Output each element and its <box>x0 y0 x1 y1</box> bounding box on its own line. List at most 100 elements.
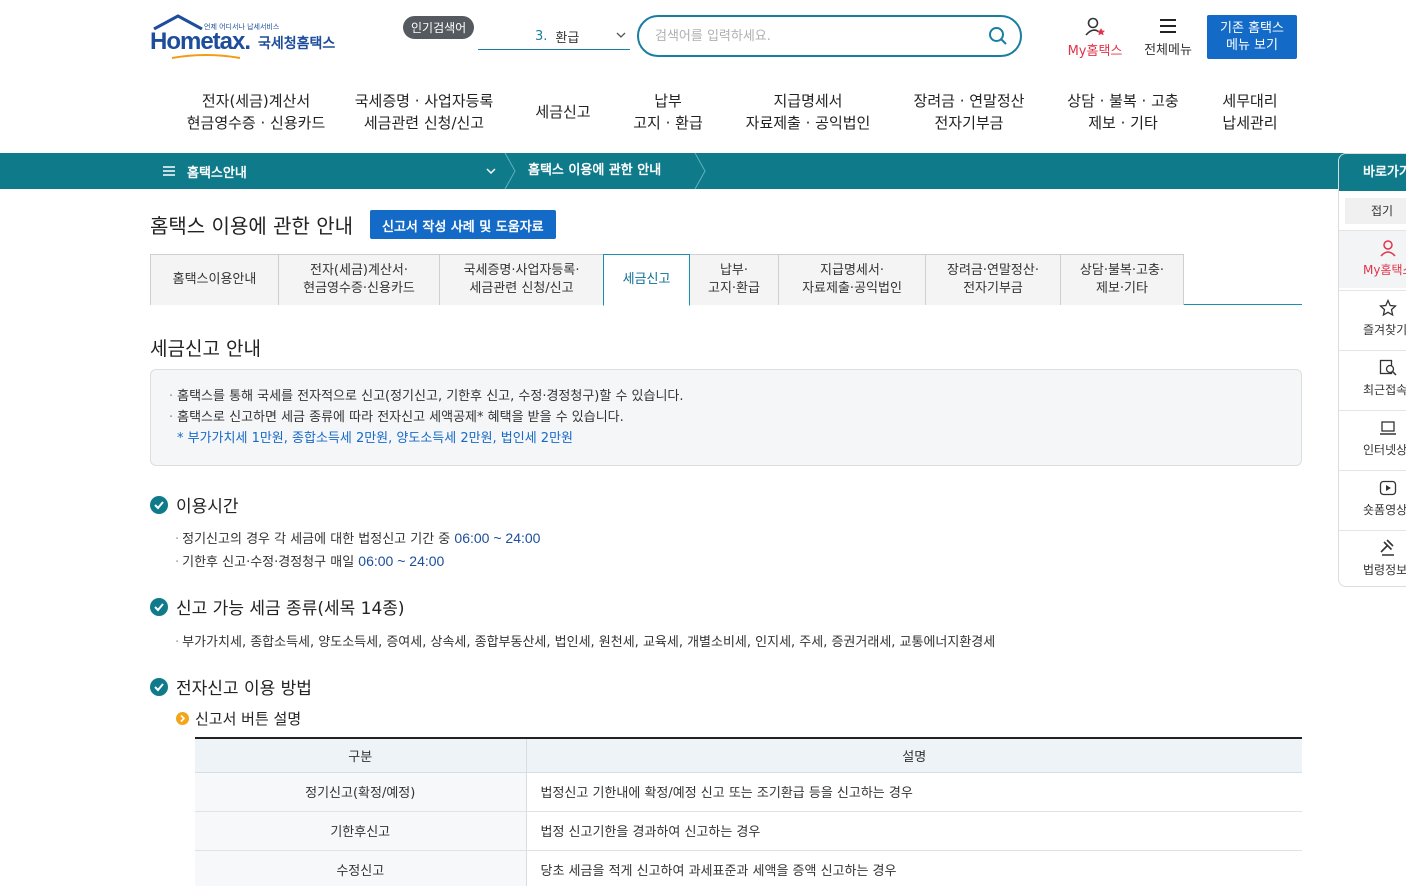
category-tabs: 홈택스이용안내 전자(세금)계산서· 현금영수증·신용카드 국세증명·사업자등록·… <box>150 254 1302 306</box>
user-icon <box>1380 240 1396 257</box>
table-cell-desc: 당초 세금을 적게 신고하여 과세표준과 세액을 증액 신고하는 경우 <box>526 850 1302 886</box>
tab-label: 홈택스이용안내 <box>172 272 257 287</box>
table-header: 구분 <box>195 738 527 773</box>
usage-time-line: · 정기신고의 경우 각 세금에 대한 법정신고 기간 중 06:00 ~ 24:… <box>175 530 541 547</box>
all-menu-link[interactable]: 전체메뉴 <box>1140 16 1196 58</box>
tax-types-heading: 신고 가능 세금 종류(세목 14종) <box>150 594 405 619</box>
page-title: 홈택스 이용에 관한 안내 <box>150 214 354 238</box>
my-hometax-link[interactable]: My홈택스 <box>1064 16 1126 59</box>
popular-keyword-select[interactable]: 3. 환급 <box>478 24 630 50</box>
hometax-logo[interactable]: 언제 어디서나 납세서비스 Hometax. 국세청홈택스 <box>150 14 350 62</box>
popular-rank: 3. <box>535 29 548 44</box>
tab-statements[interactable]: 지급명세서· 자료제출·공익법인 <box>778 254 926 305</box>
quick-menu-panel: 바로가기 접기 My홈택스 즐겨찾기 최근접속메뉴 인터넷상담 <box>1338 153 1406 587</box>
gnb-label-1: 납부 <box>654 92 682 110</box>
heading-text: 이용시간 <box>176 497 239 517</box>
global-nav: 전자(세금)계산서 현금영수증 · 신용카드 국세증명 · 사업자등록 세금관련 신… <box>0 90 1406 134</box>
gnb-label-2: 납세관리 <box>1222 114 1278 132</box>
usage-time-heading: 이용시간 <box>150 492 239 517</box>
quick-item-label: 인터넷상담 <box>1363 443 1406 457</box>
gnb-label-2: 제보 · 기타 <box>1088 114 1158 132</box>
gnb-label-2: 세금관련 신청/신고 <box>363 114 485 132</box>
tab-tax-filing[interactable]: 세금신고 <box>603 254 690 306</box>
breadcrumb-separator <box>504 153 516 189</box>
gnb-item-payment[interactable]: 납부 고지 · 환급 <box>624 90 712 134</box>
help-materials-button[interactable]: 신고서 작성 사례 및 도움자료 <box>370 210 556 239</box>
gnb-label-1: 지급명세서 <box>773 92 843 110</box>
breadcrumb-level1-dropdown[interactable]: 홈택스안내 <box>150 153 506 189</box>
table-cell-type: 기한후신고 <box>195 811 527 851</box>
quick-item-label: 법령정보 <box>1363 563 1406 577</box>
my-hometax-label: My홈택스 <box>1067 44 1123 59</box>
table-cell-desc: 법정 신고기한을 경과하여 신고하는 경우 <box>526 811 1302 851</box>
gnb-item-tax-agent[interactable]: 세무대리납세관리 <box>1208 90 1292 134</box>
quick-item-law-info[interactable]: 법령정보 <box>1339 530 1406 586</box>
gnb-label-2: 자료제출 · 공익법인 <box>745 114 871 132</box>
breadcrumb-level1: 홈택스안내 <box>187 165 247 181</box>
chevron-down-icon <box>486 168 496 175</box>
tab-label-2: 고지·환급 <box>708 281 760 296</box>
tab-label-2: 현금영수증·신용카드 <box>303 281 415 296</box>
tab-label-2: 자료제출·공익법인 <box>802 281 902 296</box>
chevron-down-icon <box>616 32 626 38</box>
tab-consulting[interactable]: 상담·불복·고충· 제보·기타 <box>1060 254 1184 305</box>
table-header: 설명 <box>526 738 1302 773</box>
method-subheading: 신고서 버튼 설명 <box>176 708 301 729</box>
tab-certificates[interactable]: 국세증명·사업자등록· 세금관련 신청/신고 <box>439 254 604 305</box>
gnb-item-invoice[interactable]: 전자(세금)계산서 현금영수증 · 신용카드 <box>170 90 342 134</box>
usage-text: 기한후 신고·수정·경정청구 매일 <box>182 555 355 570</box>
tab-label-1: 상담·불복·고충· <box>1079 263 1165 278</box>
gnb-item-certificates[interactable]: 국세증명 · 사업자등록 세금관련 신청/신고 <box>346 90 502 134</box>
usage-time-line: · 기한후 신고·수정·경정청구 매일 06:00 ~ 24:00 <box>175 553 445 570</box>
popular-search-badge: 인기검색어 <box>403 16 475 39</box>
quick-menu-fold-button[interactable]: 접기 <box>1345 198 1406 224</box>
search-icon[interactable] <box>988 26 1008 46</box>
tax-types-list: · 부가가치세, 종합소득세, 양도소득세, 증여세, 상속세, 종합부동산세, … <box>175 635 996 650</box>
quick-item-favorites[interactable]: 즐겨찾기 <box>1339 290 1406 348</box>
gnb-label-1: 장려금 · 연말정산 <box>913 92 1025 110</box>
search-input[interactable] <box>655 25 975 47</box>
quick-item-online-consulting[interactable]: 인터넷상담 <box>1339 410 1406 468</box>
table-row: 정기신고(확정/예정) 법정신고 기한내에 확정/예정 신고 또는 조기환급 등… <box>195 772 1302 812</box>
logo-korean: 국세청홈택스 <box>258 36 336 52</box>
quick-item-label: 즐겨찾기 <box>1363 323 1406 337</box>
info-text: 홈택스로 신고하면 세금 종류에 따라 전자신고 세액공제* 혜택을 받을 수 … <box>177 410 624 425</box>
popular-keyword: 환급 <box>555 31 580 46</box>
check-circle-icon <box>150 677 168 696</box>
gnb-label-1: 세무대리 <box>1222 92 1278 110</box>
tab-label-2: 세금관련 신청/신고 <box>469 281 574 296</box>
gnb-item-tax-filing[interactable]: 세금신고 <box>520 101 606 123</box>
logo-wordmark: Hometax. <box>150 28 251 55</box>
tab-label: 세금신고 <box>622 272 671 287</box>
gnb-item-incentives[interactable]: 장려금 · 연말정산 전자기부금 <box>904 90 1034 134</box>
tab-hometax-guide[interactable]: 홈택스이용안내 <box>150 254 279 305</box>
old-menu-label-2: 메뉴 보기 <box>1226 38 1278 53</box>
quick-item-label: 최근접속메뉴 <box>1363 383 1406 397</box>
old-menu-button[interactable]: 기존 홈택스 메뉴 보기 <box>1207 15 1297 59</box>
table-cell-type: 수정신고 <box>195 850 527 886</box>
table-cell-type: 정기신고(확정/예정) <box>195 772 527 812</box>
info-note: * 부가가치세 1만원, 종합소득세 2만원, 양도소득세 2만원, 법인세 2… <box>177 431 573 446</box>
menu-icon <box>163 166 175 176</box>
heading-text: 신고 가능 세금 종류(세목 14종) <box>176 599 405 619</box>
old-menu-label-1: 기존 홈택스 <box>1220 21 1284 36</box>
tab-payment[interactable]: 납부· 고지·환급 <box>689 254 779 305</box>
table-row: 수정신고 당초 세금을 적게 신고하여 과세표준과 세액을 증액 신고하는 경우 <box>195 850 1302 886</box>
info-line: · 홈택스로 신고하면 세금 종류에 따라 전자신고 세액공제* 혜택을 받을 수… <box>169 410 624 425</box>
quick-item-recent[interactable]: 최근접속메뉴 <box>1339 350 1406 408</box>
quick-item-my-hometax[interactable]: My홈택스 <box>1339 230 1406 288</box>
gnb-item-statements[interactable]: 지급명세서자료제출 · 공익법인 <box>738 90 878 134</box>
gavel-icon <box>1380 539 1394 556</box>
play-icon <box>1379 480 1397 496</box>
button-description-table: 구분 설명 정기신고(확정/예정) 법정신고 기한내에 확정/예정 신고 또는 … <box>195 737 1302 886</box>
logo-swoosh-icon <box>171 54 241 59</box>
quick-item-label: 숏폼영상 <box>1363 503 1406 517</box>
breadcrumb-level2[interactable]: 홈택스 이용에 관한 안내 <box>528 153 661 189</box>
tab-incentives[interactable]: 장려금·연말정산· 전자기부금 <box>925 254 1061 305</box>
search-box <box>637 15 1022 57</box>
tab-invoice[interactable]: 전자(세금)계산서· 현금영수증·신용카드 <box>278 254 440 305</box>
table-header-row: 구분 설명 <box>195 738 1302 773</box>
gnb-item-consulting[interactable]: 상담 · 불복 · 고충 제보 · 기타 <box>1058 90 1188 134</box>
quick-item-shortform-video[interactable]: 숏폼영상 <box>1339 470 1406 528</box>
recent-search-icon <box>1379 359 1397 376</box>
